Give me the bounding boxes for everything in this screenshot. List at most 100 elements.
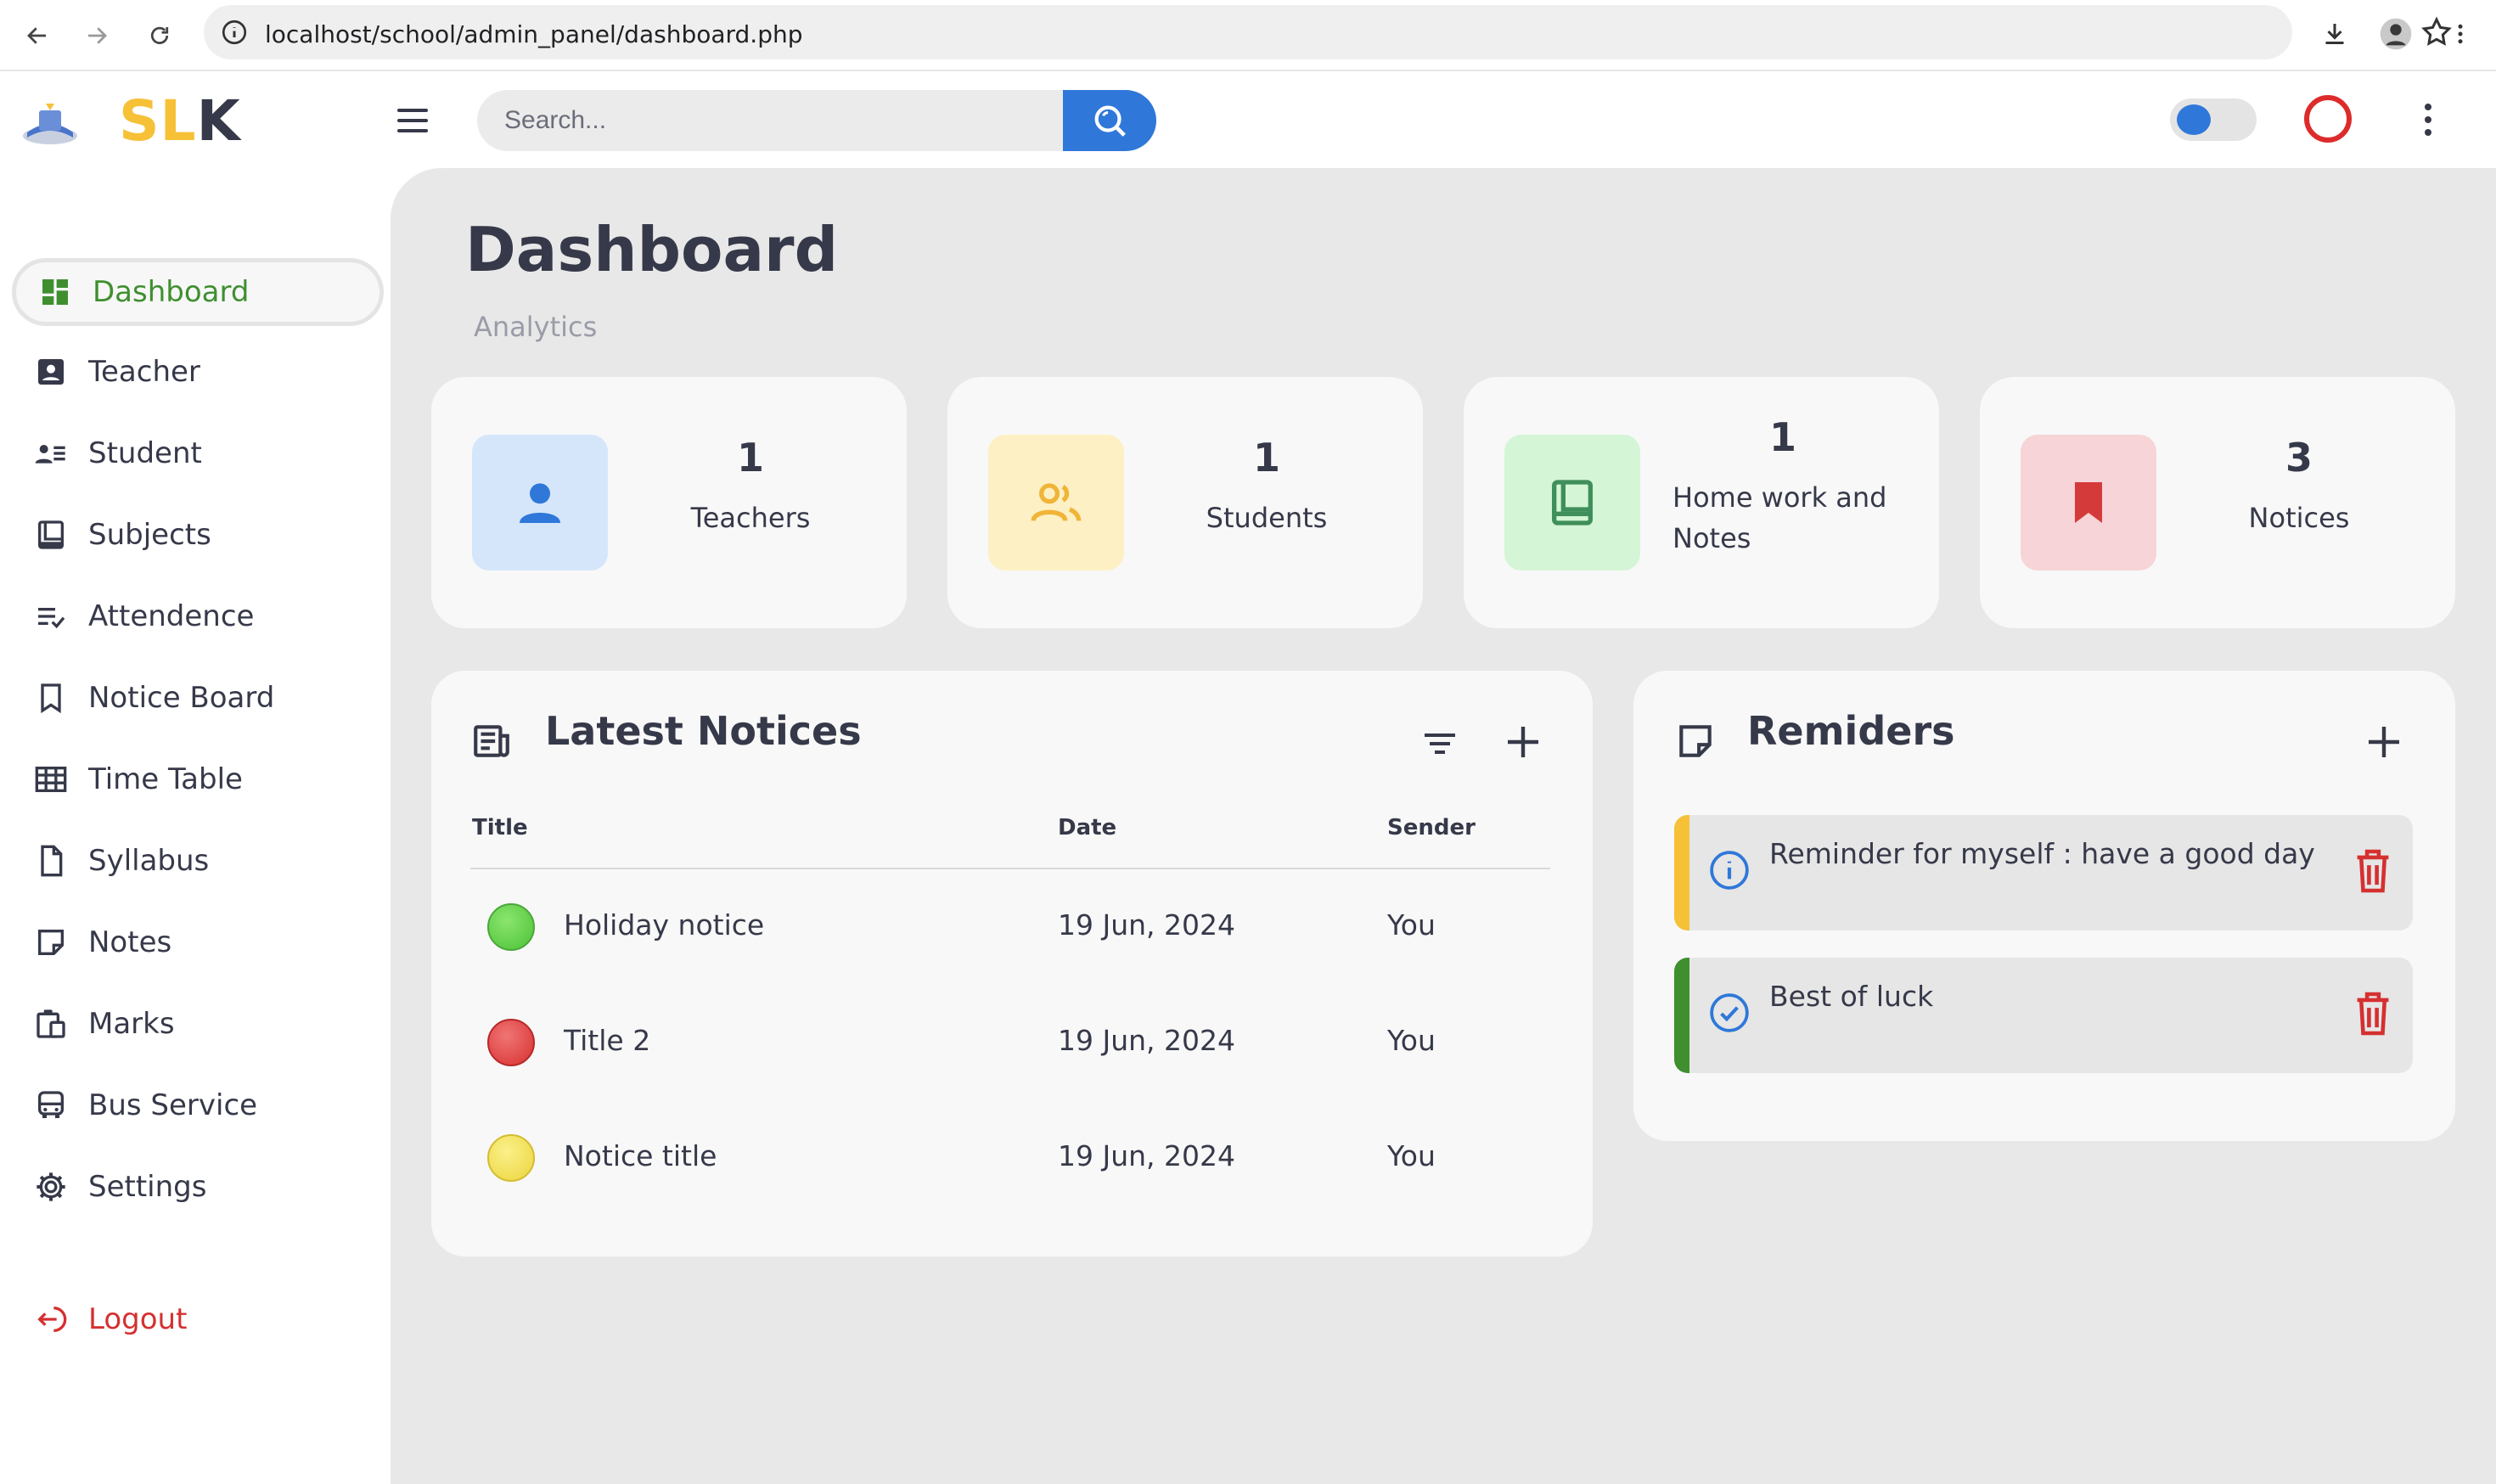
reminder-item[interactable]: Reminder for myself : have a good day [1674,815,2413,930]
stat-card-students[interactable]: 1 Students [947,377,1423,628]
reminder-text: Best of luck [1769,980,1934,1013]
notice-title: Title 2 [564,1024,651,1057]
stat-card-notices[interactable]: 3 Notices [1980,377,2455,628]
notice-date: 19 Jun, 2024 [1058,1139,1236,1172]
profile-avatar[interactable] [2377,15,2414,53]
sidebar-item-subjects[interactable]: Subjects [12,501,385,569]
table-divider [470,868,1550,869]
url-text: localhost/school/admin_panel/dashboard.p… [265,20,803,48]
status-dot [487,1019,535,1066]
sidebar-item-notice-board[interactable]: Notice Board [12,664,385,732]
app-logo-text[interactable]: SLK [119,88,241,154]
table-row[interactable]: Notice title 19 Jun, 2024 You [470,1119,1550,1195]
sidebar-item-attendence[interactable]: Attendence [12,582,385,650]
reminder-accent [1674,815,1689,930]
notice-date: 19 Jun, 2024 [1058,908,1236,942]
search-icon [1094,105,1126,137]
add-notice-button[interactable] [1503,722,1543,762]
check-circle-icon [1708,992,1751,1034]
group-icon [1031,483,1082,522]
profile-button[interactable] [2304,95,2352,143]
sidebar-item-marks[interactable]: Marks [12,990,385,1058]
sidebar: Dashboard Teacher Student Subjects Atten… [0,168,391,1484]
site-info-icon[interactable] [219,17,250,48]
sidebar-item-notes[interactable]: Notes [12,908,385,976]
gear-icon [32,1168,70,1206]
stat-card-teachers[interactable]: 1 Teachers [431,377,907,628]
filter-icon[interactable] [1419,727,1460,761]
stat-value: 1 [1768,414,1796,460]
note-icon [32,924,70,961]
theme-toggle[interactable] [2170,98,2257,141]
bookmark-icon [32,679,70,717]
sidebar-item-student[interactable]: Student [12,419,385,487]
sidebar-item-teacher[interactable]: Teacher [12,338,385,406]
logout-icon [32,1301,70,1338]
column-header-sender[interactable]: Sender [1387,815,1476,840]
forward-icon[interactable] [78,17,115,54]
delete-reminder-button[interactable] [2353,990,2392,1037]
column-header-date[interactable]: Date [1058,815,1116,840]
teachers-stat-icon [472,435,608,571]
add-reminder-button[interactable] [2364,722,2404,762]
search-button[interactable] [1063,90,1156,151]
page-subtitle: Analytics [474,311,598,343]
notice-title: Holiday notice [564,908,765,942]
stat-label: Teachers [690,502,811,534]
column-header-title[interactable]: Title [472,815,528,840]
sidebar-item-dashboard[interactable]: Dashboard [12,258,384,326]
sidebar-item-bus-service[interactable]: Bus Service [12,1071,385,1139]
status-dot [487,1134,535,1182]
student-icon [32,435,70,472]
back-icon[interactable] [19,17,56,54]
notice-sender: You [1387,1139,1436,1172]
table-row[interactable]: Title 2 19 Jun, 2024 You [470,1003,1550,1080]
status-dot [487,903,535,951]
toggle-knob [2177,104,2211,135]
stat-label: Students [1206,502,1328,534]
stat-value: 1 [1252,435,1280,481]
person-icon [520,483,560,523]
sidebar-item-time-table[interactable]: Time Table [12,745,385,813]
teacher-icon [32,353,70,391]
trash-icon [2357,992,2389,1036]
notices-stat-icon [2021,435,2156,571]
homework-stat-icon [1504,435,1640,571]
checklist-icon [32,598,70,635]
bus-icon [32,1087,70,1124]
book-icon [32,516,70,554]
stat-value: 1 [736,435,764,481]
document-icon [32,842,70,880]
plus-icon [2369,727,2399,757]
grid-icon [32,761,70,798]
app-header: SLK [0,73,2496,168]
table-row[interactable]: Holiday notice 19 Jun, 2024 You [470,888,1550,964]
reminder-accent [1674,958,1689,1073]
stat-value: 3 [2285,435,2313,481]
download-icon[interactable] [2316,15,2353,53]
stat-label: Notices [2248,502,2350,534]
hamburger-menu-icon[interactable] [394,104,431,138]
sidebar-item-logout[interactable]: Logout [12,1285,385,1353]
sidebar-item-settings[interactable]: Settings [12,1153,385,1221]
notices-title: Latest Notices [545,708,862,754]
more-options-icon[interactable] [2411,98,2445,141]
delete-reminder-button[interactable] [2353,847,2392,895]
bookmark-icon [2075,482,2102,523]
page-title: Dashboard [465,214,839,285]
reminder-item[interactable]: Best of luck [1674,958,2413,1073]
search-input[interactable] [477,90,1071,151]
notice-sender: You [1387,1024,1436,1057]
stat-label: Home work and Notes [1672,481,1887,554]
browser-toolbar: localhost/school/admin_panel/dashboard.p… [0,0,2496,71]
clipboard-icon [32,1005,70,1043]
reminders-panel-icon [1674,720,1717,762]
browser-menu-icon[interactable] [2442,15,2479,53]
info-icon [1708,849,1751,891]
reminder-text: Reminder for myself : have a good day [1769,837,2315,870]
dashboard-icon [37,273,74,311]
stat-card-homework-notes[interactable]: 1 Home work and Notes [1464,377,1939,628]
sidebar-item-syllabus[interactable]: Syllabus [12,827,385,895]
address-bar[interactable]: localhost/school/admin_panel/dashboard.p… [204,5,2452,59]
reload-icon[interactable] [141,17,178,54]
